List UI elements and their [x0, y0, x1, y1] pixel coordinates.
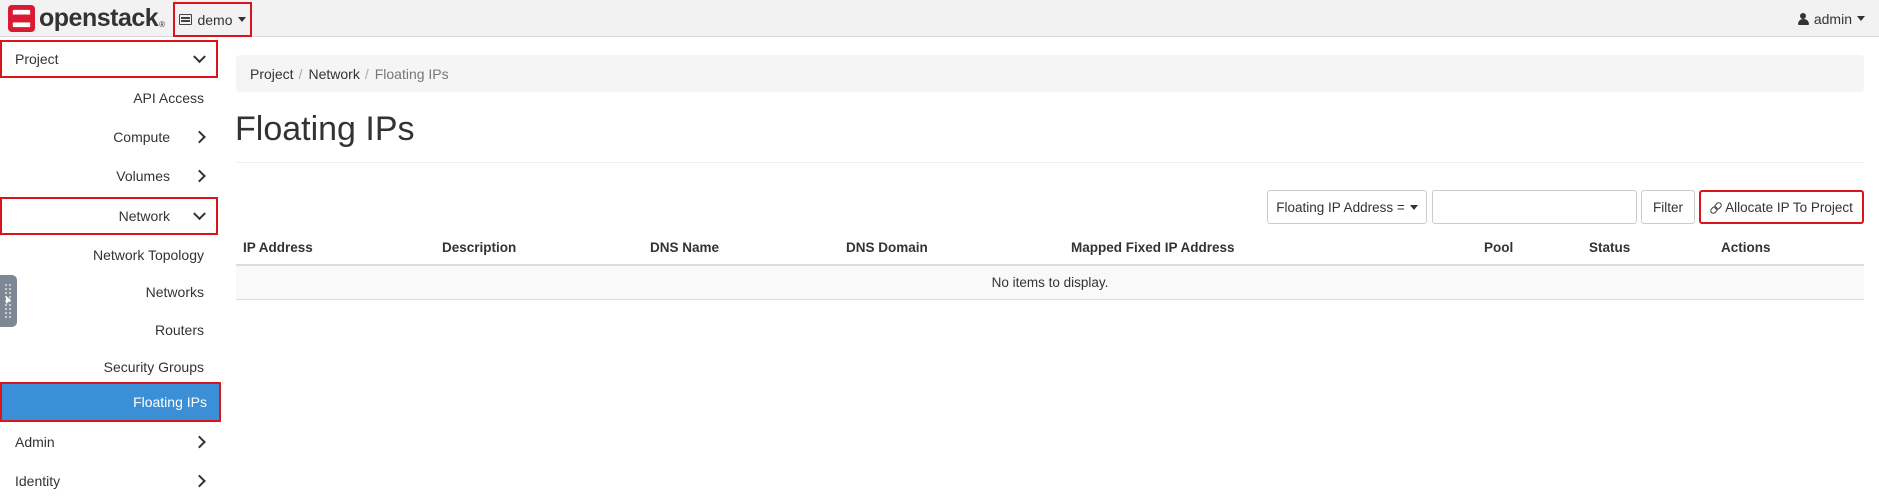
sidebar-item-label: Identity — [15, 473, 61, 489]
column-header-status[interactable]: Status — [1589, 235, 1630, 265]
sidebar-item-volumes[interactable]: Volumes — [0, 157, 218, 195]
openstack-logo-icon — [8, 4, 35, 32]
chevron-down-icon — [193, 207, 206, 221]
user-menu-label: admin — [1813, 10, 1852, 27]
sidebar-item-label: API Access — [133, 90, 204, 106]
column-header-actions: Actions — [1721, 240, 1771, 255]
chevron-down-icon — [193, 50, 206, 64]
sidebar-item-label: Security Groups — [103, 359, 204, 375]
breadcrumb: Project / Network / Floating IPs — [236, 55, 1864, 92]
sidebar-item-admin[interactable]: Admin — [0, 423, 218, 461]
sidebar-item-network[interactable]: Network — [0, 197, 218, 235]
breadcrumb-item-network[interactable]: Network — [308, 66, 359, 82]
chevron-right-icon — [193, 435, 206, 449]
column-header-dns-domain[interactable]: DNS Domain — [846, 235, 928, 265]
sidebar-item-security-groups[interactable]: Security Groups — [0, 348, 218, 386]
filter-button[interactable]: Filter — [1641, 190, 1695, 224]
sidebar-item-label: Networks — [145, 284, 204, 300]
sidebar-item-label: Floating IPs — [133, 394, 207, 410]
sidebar-item-network-topology[interactable]: Network Topology — [0, 236, 218, 274]
sidebar-item-label: Project — [15, 51, 59, 67]
breadcrumb-separator: / — [364, 65, 369, 82]
filter-input[interactable] — [1432, 190, 1637, 224]
sidebar-item-label: Network — [118, 208, 170, 224]
sidebar-item-project[interactable]: Project — [0, 40, 218, 78]
table-header-row: IP Address Description DNS Name DNS Doma… — [236, 235, 1864, 266]
column-header-pool[interactable]: Pool — [1484, 235, 1513, 265]
project-switcher-dropdown[interactable]: demo — [173, 2, 252, 37]
openstack-logo[interactable]: openstack ® — [8, 2, 165, 34]
top-navbar: openstack ® demo admin — [0, 0, 1879, 37]
title-divider — [236, 162, 1864, 163]
link-icon — [1710, 202, 1721, 213]
user-menu-dropdown[interactable]: admin — [1797, 0, 1865, 37]
sidebar-nav: Project API Access Compute Volumes Netwo… — [0, 37, 221, 500]
sidebar-item-routers[interactable]: Routers — [0, 311, 218, 349]
column-header-description[interactable]: Description — [442, 235, 516, 265]
sidebar-item-label: Routers — [154, 322, 204, 338]
sidebar-item-identity[interactable]: Identity — [0, 462, 218, 500]
table-empty-message: No items to display. — [236, 266, 1864, 300]
floating-ips-table: IP Address Description DNS Name DNS Doma… — [236, 235, 1864, 300]
chevron-right-icon — [193, 130, 206, 144]
chevron-right-icon — [193, 169, 206, 183]
allocate-ip-label: Allocate IP To Project — [1725, 199, 1853, 215]
breadcrumb-separator: / — [298, 65, 303, 82]
sidebar-item-networks[interactable]: Networks — [0, 273, 218, 311]
breadcrumb-item-project[interactable]: Project — [250, 66, 294, 82]
column-header-mapped-fixed-ip[interactable]: Mapped Fixed IP Address — [1071, 235, 1235, 265]
allocate-ip-button[interactable]: Allocate IP To Project — [1699, 190, 1864, 224]
caret-down-icon — [237, 17, 246, 22]
brand-name: openstack — [39, 3, 159, 32]
sidebar-item-label: Compute — [113, 129, 170, 145]
sidebar-item-label: Admin — [15, 434, 55, 450]
sidebar-item-api-access[interactable]: API Access — [0, 79, 218, 117]
sidebar-item-label: Network Topology — [92, 247, 204, 263]
sidebar-item-compute[interactable]: Compute — [0, 118, 218, 156]
column-header-dns-name[interactable]: DNS Name — [650, 235, 719, 265]
column-header-ip-address[interactable]: IP Address — [243, 235, 313, 265]
caret-down-icon — [1857, 16, 1865, 21]
sidebar-item-floating-ips[interactable]: Floating IPs — [0, 382, 221, 422]
project-switcher-label: demo — [197, 11, 233, 28]
user-icon — [1797, 12, 1809, 25]
filter-field-label: Floating IP Address = — [1276, 199, 1405, 215]
chevron-right-icon — [193, 474, 206, 488]
caret-down-icon — [1409, 204, 1418, 210]
sidebar-item-label: Volumes — [116, 168, 170, 184]
sidebar-toggle-handle[interactable] — [0, 275, 17, 327]
project-list-icon — [179, 14, 193, 25]
brand-registered-mark: ® — [159, 20, 165, 29]
filter-field-select[interactable]: Floating IP Address = — [1267, 190, 1427, 224]
breadcrumb-item-current: Floating IPs — [374, 65, 449, 82]
page-title: Floating IPs — [235, 110, 415, 148]
